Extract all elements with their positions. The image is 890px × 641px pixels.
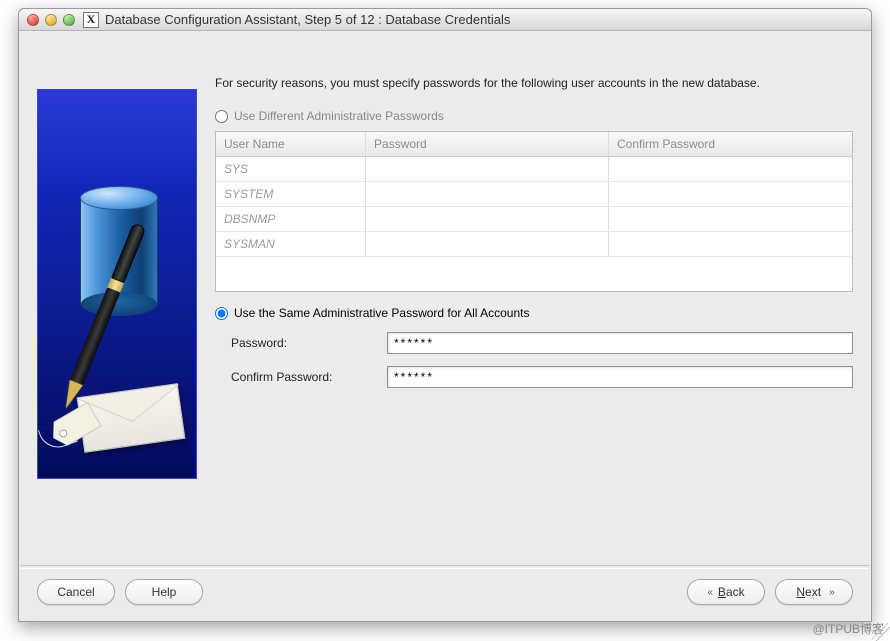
left-buttons: Cancel Help [37, 579, 203, 605]
radio-same-input[interactable] [215, 307, 228, 320]
wizard-sidebar-image [37, 89, 197, 479]
back-button[interactable]: « Back [687, 579, 765, 605]
cell-password [366, 157, 609, 181]
cell-confirm [609, 182, 852, 206]
table-filler [216, 257, 852, 291]
cancel-button[interactable]: Cancel [37, 579, 115, 605]
window-controls [27, 14, 75, 26]
next-button[interactable]: Next » [775, 579, 853, 605]
confirm-password-label: Confirm Password: [231, 370, 381, 384]
radio-different-passwords[interactable]: Use Different Administrative Passwords [215, 109, 853, 123]
confirm-password-row: Confirm Password: [215, 366, 853, 388]
right-buttons: « Back Next » [687, 579, 853, 605]
cell-user: DBSNMP [216, 207, 366, 231]
instruction-text: For security reasons, you must specify p… [215, 75, 853, 91]
app-x-icon: X [83, 12, 99, 28]
cell-confirm [609, 157, 852, 181]
password-input[interactable] [387, 332, 853, 354]
dialog-window: X Database Configuration Assistant, Step… [18, 8, 872, 622]
zoom-icon[interactable] [63, 14, 75, 26]
table-row: SYS [216, 157, 852, 182]
window-title: Database Configuration Assistant, Step 5… [105, 12, 510, 27]
cell-password [366, 182, 609, 206]
cell-password [366, 207, 609, 231]
screen-frame: X Database Configuration Assistant, Step… [0, 0, 890, 641]
radio-different-label: Use Different Administrative Passwords [234, 109, 444, 123]
footer: Cancel Help « Back Next » [19, 569, 871, 621]
radio-same-password[interactable]: Use the Same Administrative Password for… [215, 306, 853, 320]
th-confirm: Confirm Password [609, 132, 852, 156]
cell-confirm [609, 207, 852, 231]
users-table: User Name Password Confirm Password SYS … [215, 131, 853, 292]
table-row: SYSMAN [216, 232, 852, 257]
cell-user: SYSMAN [216, 232, 366, 256]
chevron-left-icon: « [707, 587, 710, 598]
cell-user: SYSTEM [216, 182, 366, 206]
close-icon[interactable] [27, 14, 39, 26]
form-area: For security reasons, you must specify p… [215, 51, 853, 545]
cell-user: SYS [216, 157, 366, 181]
radio-different-input[interactable] [215, 110, 228, 123]
table-row: SYSTEM [216, 182, 852, 207]
cell-password [366, 232, 609, 256]
minimize-icon[interactable] [45, 14, 57, 26]
chevron-right-icon: » [829, 587, 832, 598]
title-bar[interactable]: X Database Configuration Assistant, Step… [19, 9, 871, 31]
table-row: DBSNMP [216, 207, 852, 232]
th-user: User Name [216, 132, 366, 156]
password-label: Password: [231, 336, 381, 350]
cell-confirm [609, 232, 852, 256]
th-password: Password [366, 132, 609, 156]
resize-grip-icon[interactable] [872, 623, 890, 641]
radio-same-label: Use the Same Administrative Password for… [234, 306, 529, 320]
help-button[interactable]: Help [125, 579, 203, 605]
content-area: For security reasons, you must specify p… [19, 31, 871, 565]
confirm-password-input[interactable] [387, 366, 853, 388]
password-row: Password: [215, 332, 853, 354]
table-header-row: User Name Password Confirm Password [216, 132, 852, 157]
